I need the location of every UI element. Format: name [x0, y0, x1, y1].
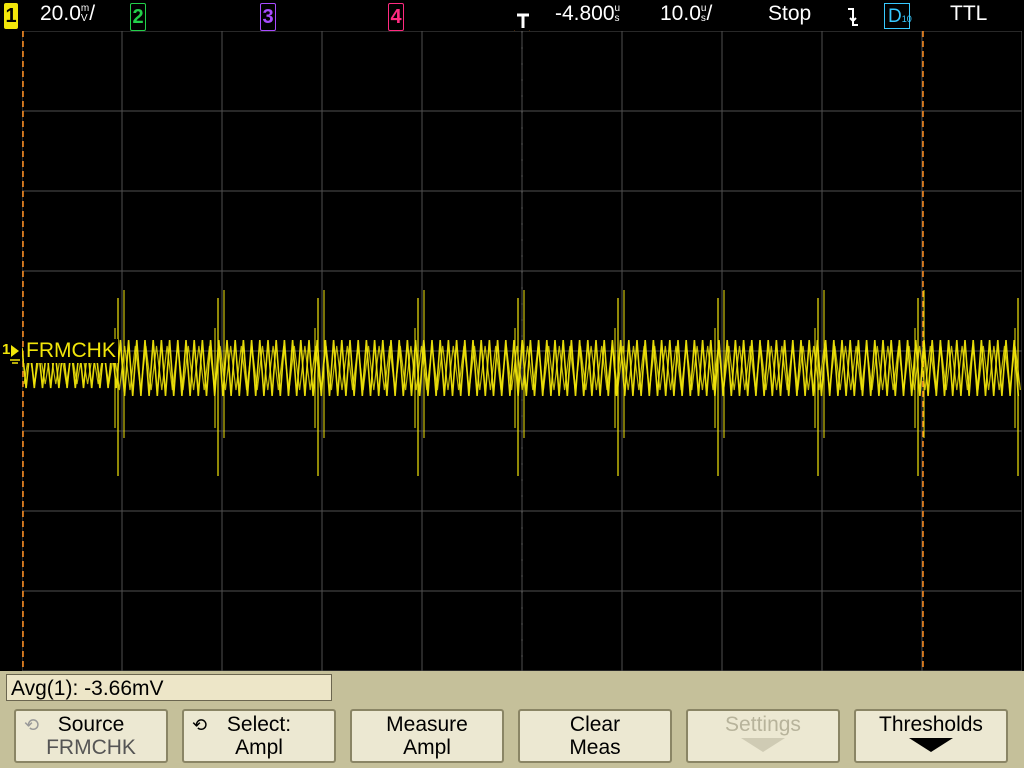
waveform-display: [21, 30, 1024, 672]
channel-1-scale: 20.0m V/: [40, 2, 95, 26]
measure-softkey[interactable]: Measure Ampl: [350, 709, 504, 763]
delay-unit: us: [615, 4, 621, 24]
settings-softkey[interactable]: Settings: [686, 709, 840, 763]
submenu-arrow-icon: [909, 738, 953, 752]
channel-4-badge[interactable]: 4: [388, 3, 404, 31]
horizontal-delay: -4.800u s: [555, 2, 620, 26]
submenu-arrow-icon: [741, 738, 785, 752]
unit-bottom: s: [614, 13, 620, 24]
status-bar: 1 20.0m V/ 2 3 4 -4.800u s 10.0u s/ Stop D1…: [0, 0, 1024, 31]
rotate-knob-icon: ⟲: [192, 715, 208, 735]
timebase-scale: 10.0u s/: [660, 2, 712, 26]
unit-bottom: V: [80, 13, 88, 24]
softkey-value: Ampl: [403, 736, 451, 759]
softkey-label: Clear: [569, 713, 621, 736]
softkey-label: Measure: [386, 713, 468, 736]
softkey-label: Settings: [725, 713, 801, 736]
channel-2-badge[interactable]: 2: [130, 3, 146, 31]
softkey-value: FRMCHK: [46, 736, 136, 759]
delay-value: -4.800: [555, 2, 615, 25]
channel-1-badge[interactable]: 1: [4, 3, 18, 29]
channel-1-label: FRMCHK: [24, 339, 118, 363]
rotate-knob-icon: ⟲: [24, 715, 40, 735]
thresholds-softkey[interactable]: Thresholds: [854, 709, 1008, 763]
softkey-panel: Avg(1): -3.66mV ⟲ Source FRMCHK ⟲ Select…: [0, 671, 1024, 768]
waveform-canvas: [21, 30, 1024, 672]
softkey-value: Ampl: [235, 736, 283, 759]
falling-edge-trigger-icon: [848, 8, 858, 26]
slash-glyph: /: [89, 2, 96, 25]
run-state: Stop: [768, 2, 812, 25]
digital-channel-badge[interactable]: D10: [884, 3, 912, 29]
channel-3-badge[interactable]: 3: [260, 3, 276, 31]
digital-letter: D: [888, 6, 902, 27]
select-softkey[interactable]: ⟲ Select: Ampl: [182, 709, 336, 763]
channel-1-scale-value: 20.0: [40, 2, 81, 25]
channel-1-scale-unit: mV: [81, 4, 89, 24]
threshold-label: TTL: [950, 2, 988, 25]
source-softkey[interactable]: ⟲ Source FRMCHK: [14, 709, 168, 763]
timebase-value: 10.0: [660, 2, 701, 25]
trigger-position-icon: [517, 13, 529, 28]
softkey-value: Meas: [569, 736, 621, 759]
measurement-readout: Avg(1): -3.66mV: [6, 674, 332, 701]
softkey-label: Thresholds: [879, 713, 983, 736]
slash-glyph: /: [706, 2, 713, 25]
ground-arrow-icon: [10, 345, 20, 364]
clear-meas-softkey[interactable]: Clear Meas: [518, 709, 672, 763]
digital-index: 10: [901, 14, 912, 24]
